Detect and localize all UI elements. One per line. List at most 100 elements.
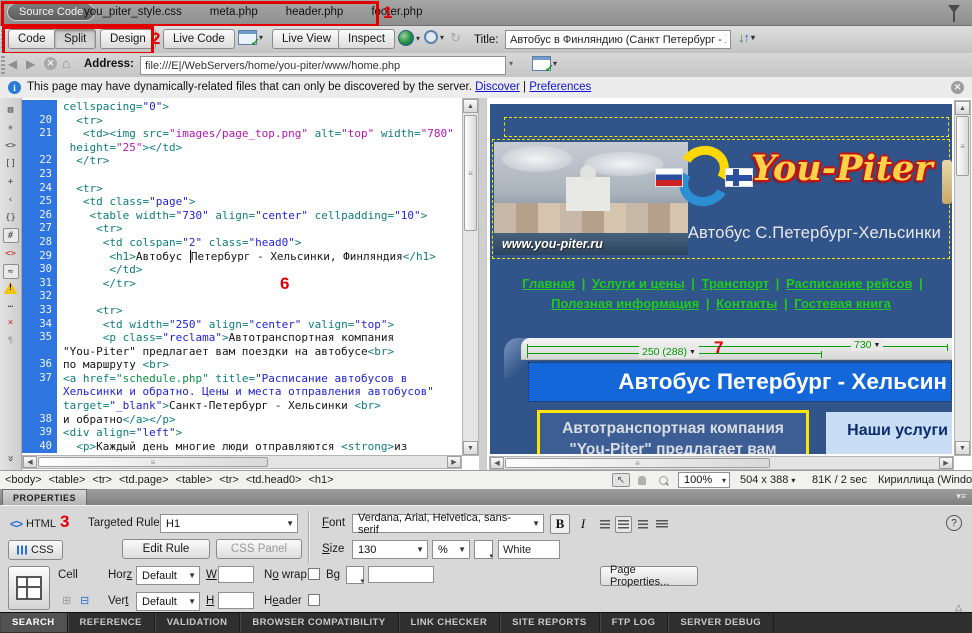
preferences-link[interactable]: Preferences — [529, 81, 591, 93]
tag-selector-item[interactable]: <table> — [49, 474, 86, 486]
code-line[interactable]: 33 <tr> — [22, 304, 460, 318]
balance-braces-icon[interactable]: {} — [3, 210, 19, 225]
tag-selector-item[interactable]: <body> — [5, 474, 42, 486]
html-mode-button[interactable]: <>HTML — [10, 517, 56, 531]
promo-cell[interactable]: Автотранспортная компания "You-Piter" пр… — [537, 410, 809, 454]
expand-all-icon[interactable]: + — [3, 174, 19, 189]
related-file-tab[interactable]: header.php — [286, 6, 344, 18]
live-view-options-icon[interactable]: ▾ — [532, 56, 557, 71]
code-line[interactable]: 27 <tr> — [22, 222, 460, 236]
code-line[interactable]: 32 — [22, 290, 460, 304]
close-icon[interactable]: ✕ — [951, 81, 964, 94]
size-select[interactable]: 130▼ — [352, 540, 428, 559]
targeted-rule-select[interactable]: H1▼ — [160, 514, 298, 533]
results-tab-site-reports[interactable]: SITE REPORTS — [500, 613, 599, 632]
zoom-tool-icon[interactable] — [654, 473, 672, 487]
tag-selector-item[interactable]: <td.head0> — [246, 474, 302, 486]
cell-width-field[interactable] — [218, 566, 254, 583]
related-file-tab[interactable]: you_piter_style.css — [84, 6, 182, 18]
design-hscroll-thumb[interactable]: ≡ — [505, 458, 770, 468]
code-line[interactable]: 31 </tr> — [22, 277, 460, 291]
tag-selector-item[interactable]: <h1> — [309, 474, 334, 486]
syntax-error-alerts-icon[interactable]: ! — [4, 282, 18, 294]
collapse-full-tag-icon[interactable]: <> — [3, 138, 19, 153]
table-width-bar[interactable]: 250 (288)▼ 730▼ — [521, 338, 952, 360]
results-tab-reference[interactable]: REFERENCE — [68, 613, 155, 632]
collapse-selection-icon[interactable]: [] — [3, 156, 19, 171]
align-justify-button[interactable] — [653, 516, 670, 533]
scroll-up-icon[interactable]: ▲ — [463, 99, 478, 113]
vert-align-select[interactable]: Default▼ — [136, 592, 200, 611]
pane-splitter[interactable] — [479, 98, 486, 470]
scroll-up-icon[interactable]: ▲ — [955, 101, 970, 115]
code-line[interactable]: 25 <td class="page"> — [22, 195, 460, 209]
code-view-button[interactable]: Code — [8, 29, 56, 49]
tag-selector-item[interactable]: <table> — [176, 474, 213, 486]
code-line[interactable]: 35 <p class="reclama">Автотранспортная к… — [22, 331, 460, 345]
format-source-code-icon[interactable]: ¶ — [3, 333, 19, 348]
column-width-menu[interactable]: 250 (288)▼ — [639, 346, 699, 358]
nowrap-checkbox[interactable] — [308, 568, 320, 580]
validate-markup-icon[interactable]: ▾ — [424, 30, 444, 44]
forward-icon[interactable]: ▶ — [26, 57, 35, 71]
align-left-button[interactable] — [596, 516, 613, 533]
results-tab-ftp-log[interactable]: FTP LOG — [600, 613, 669, 632]
results-tab-validation[interactable]: VALIDATION — [155, 613, 241, 632]
select-parent-tag-icon[interactable]: ‹ — [3, 192, 19, 207]
tag-selector-item[interactable]: <td.page> — [119, 474, 169, 486]
code-line[interactable]: target="_blank">Санкт-Петербург - Хельси… — [22, 399, 460, 413]
services-cell[interactable]: Наши услуги — [826, 412, 952, 454]
design-nav-link[interactable]: Расписание рейсов — [786, 276, 912, 291]
title-sync-arrows-icon[interactable]: ↓↑▾ — [738, 30, 754, 45]
font-select[interactable]: Verdana, Arial, Helvetica, sans-serif▼ — [352, 514, 544, 533]
code-line[interactable]: 22 </tr> — [22, 154, 460, 168]
results-tab-link-checker[interactable]: LINK CHECKER — [399, 613, 501, 632]
code-vertical-scrollbar[interactable]: ▲ ≡ ▼ — [462, 98, 479, 456]
check-browser-compatibility-icon[interactable]: ▾ — [238, 30, 263, 45]
align-right-button[interactable] — [634, 516, 651, 533]
sync-documents-icon[interactable]: ≈ — [3, 264, 19, 279]
code-line[interactable]: 29 <h1>Автобус Петербург - Хельсинки, Фи… — [22, 250, 460, 264]
back-icon[interactable]: ◀ — [8, 57, 17, 71]
related-file-tab[interactable]: meta.php — [210, 6, 258, 18]
window-size-menu[interactable]: 504 x 388 ▾ — [740, 474, 795, 486]
code-navigator-icon[interactable]: ✳ — [3, 120, 19, 135]
results-tab-server-debug[interactable]: SERVER DEBUG — [668, 613, 774, 632]
code-line[interactable]: 36по маршруту <br> — [22, 358, 460, 372]
design-vertical-scrollbar[interactable]: ▲ ≡ ▼ — [954, 100, 971, 456]
live-view-button[interactable]: Live View — [272, 29, 341, 49]
code-line[interactable]: 38и обратно</a></p> — [22, 413, 460, 427]
design-nav-link[interactable]: Гостевая книга — [794, 296, 891, 311]
address-dropdown-icon[interactable]: ▾ — [509, 59, 513, 68]
page-properties-button[interactable]: Page Properties... — [600, 566, 698, 586]
home-icon[interactable]: ⌂ — [62, 55, 70, 71]
code-horizontal-scrollbar[interactable]: ◀ ≡ ▶ — [22, 455, 462, 469]
design-h1-heading[interactable]: Автобус Петербург - Хельсин — [528, 362, 952, 402]
design-nav-link[interactable]: Услуги и цены — [592, 276, 685, 291]
source-code-tab[interactable]: Source Code — [7, 3, 95, 21]
code-line[interactable]: 39<div align="left"> — [22, 426, 460, 440]
preview-in-browser-icon[interactable]: ▾ — [398, 30, 420, 46]
address-input[interactable] — [140, 56, 506, 75]
design-vscroll-thumb[interactable]: ≡ — [956, 116, 969, 176]
stop-icon[interactable]: ✕ — [44, 57, 57, 70]
highlight-invalid-code-icon[interactable]: <> — [3, 246, 19, 261]
address-bar-grip[interactable] — [1, 56, 5, 74]
scroll-right-icon[interactable]: ▶ — [939, 457, 953, 469]
scroll-left-icon[interactable]: ◀ — [23, 456, 37, 468]
toolbar-grip[interactable] — [1, 30, 5, 49]
code-line[interactable]: 21 <td><img src="images/page_top.png" al… — [22, 127, 460, 141]
split-view-button[interactable]: Split — [54, 29, 96, 49]
code-line[interactable]: 24 <tr> — [22, 182, 460, 196]
code-line[interactable]: 30 </td> — [22, 263, 460, 277]
live-code-button[interactable]: Live Code — [163, 29, 235, 49]
results-tab-search[interactable]: SEARCH — [0, 613, 68, 632]
code-line[interactable]: 34 <td width="250" align="center" valign… — [22, 318, 460, 332]
panel-menu-icon[interactable]: ▾≡ — [956, 491, 966, 502]
tag-selector-item[interactable]: <tr> — [92, 474, 112, 486]
more-chevrons-icon[interactable]: » — [3, 451, 18, 467]
design-nav-link[interactable]: Главная — [522, 276, 575, 291]
design-nav-link[interactable]: Транспорт — [702, 276, 770, 291]
code-line[interactable]: 26 <table width="730" align="center" cel… — [22, 209, 460, 223]
cell-bg-color-swatch[interactable] — [346, 566, 364, 584]
